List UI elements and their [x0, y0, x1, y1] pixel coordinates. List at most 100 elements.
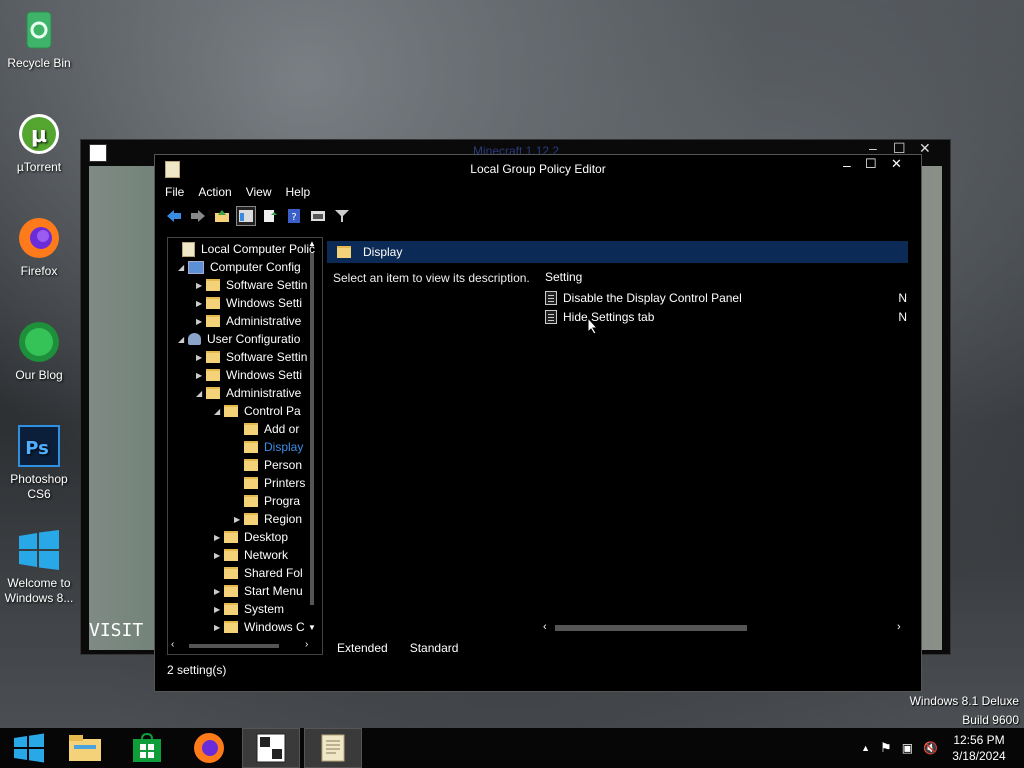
- menu-help[interactable]: Help: [286, 185, 311, 199]
- desktop-icon-firefox[interactable]: Firefox: [2, 216, 76, 279]
- back-arrow-icon[interactable]: [165, 207, 183, 225]
- details-header: Display: [327, 241, 908, 263]
- scroll-left-icon[interactable]: ‹: [171, 639, 174, 650]
- group-policy-editor-window[interactable]: Local Group Policy Editor – ☐ ✕ File Act…: [154, 154, 922, 692]
- tab-extended[interactable]: Extended: [337, 641, 388, 655]
- scroll-thumb[interactable]: [189, 644, 279, 648]
- tree-vertical-scrollbar[interactable]: ▲ ▼: [307, 237, 317, 639]
- tree-item-shared-folders[interactable]: Shared Fol: [214, 564, 303, 582]
- menu-action[interactable]: Action: [198, 185, 231, 199]
- tab-standard[interactable]: Standard: [410, 641, 459, 655]
- tree-item-label: Printers: [264, 476, 306, 490]
- taskbar-file-explorer[interactable]: [56, 728, 114, 768]
- scroll-right-icon[interactable]: ›: [897, 621, 901, 633]
- tree-item-regional-options[interactable]: ▶ Region: [234, 510, 302, 528]
- blog-icon: [17, 320, 61, 364]
- maximize-button[interactable]: ☐: [865, 156, 877, 172]
- tree-item-display[interactable]: Display: [234, 438, 303, 456]
- close-button[interactable]: ✕: [891, 156, 902, 172]
- volume-muted-icon[interactable]: 🔇: [923, 741, 938, 755]
- tree-item-printers[interactable]: Printers: [234, 474, 305, 492]
- expanded-arrow-icon: ◢: [196, 388, 203, 398]
- desktop-icon-recycle-bin[interactable]: Recycle Bin: [2, 8, 76, 71]
- tree-item-start-menu[interactable]: ▶ Start Menu: [214, 582, 303, 600]
- desktop-icon-welcome-windows[interactable]: Welcome to Windows 8...: [2, 528, 76, 606]
- tree-horizontal-scrollbar[interactable]: ‹ ›: [167, 639, 321, 653]
- tree-item-system[interactable]: ▶ System: [214, 600, 284, 618]
- scroll-left-icon[interactable]: ‹: [543, 621, 547, 633]
- tree-item-add-or-remove-programs[interactable]: Add or: [234, 420, 299, 438]
- desktop-icon-photoshop[interactable]: Ps Photoshop CS6: [2, 424, 76, 502]
- expanded-arrow-icon: ◢: [214, 406, 221, 416]
- taskbar-firefox[interactable]: [180, 728, 238, 768]
- export-list-icon[interactable]: [261, 207, 279, 225]
- action-center-flag-icon[interactable]: ⚑: [880, 740, 892, 756]
- policy-icon: [182, 241, 195, 257]
- clock-date: 3/18/2024: [952, 749, 1006, 763]
- tree-item-administrative-templates[interactable]: ◢ Administrative: [196, 384, 301, 402]
- filter-icon[interactable]: [333, 207, 351, 225]
- tree-item-software-settings[interactable]: ▶ Software Settin: [196, 348, 307, 366]
- windows-icon: [17, 528, 61, 572]
- tree-item-local-computer-policy[interactable]: Local Computer Polic: [172, 240, 315, 258]
- title-bar[interactable]: Local Group Policy Editor – ☐ ✕: [155, 155, 921, 183]
- menu-bar: File Action View Help: [165, 185, 310, 199]
- tree-item-software-settings[interactable]: ▶ Software Settin: [196, 276, 307, 294]
- collapsed-arrow-icon: ▶: [196, 352, 203, 362]
- folder-icon: [206, 351, 220, 363]
- details-horizontal-scrollbar[interactable]: ‹ ›: [543, 621, 907, 635]
- tree-item-windows-components[interactable]: ▶ Windows C: [214, 618, 305, 636]
- folder-icon: [224, 531, 238, 543]
- desktop-icon-utorrent[interactable]: µ µTorrent: [2, 112, 76, 175]
- scroll-thumb[interactable]: [555, 625, 747, 631]
- taskbar-store[interactable]: [118, 728, 176, 768]
- svg-text:µ: µ: [31, 123, 47, 148]
- column-header-setting[interactable]: Setting: [545, 270, 582, 284]
- tree-item-label: Windows Setti: [226, 368, 303, 382]
- scroll-down-icon[interactable]: ▼: [308, 623, 316, 632]
- tree-item-control-panel[interactable]: ◢ Control Pa: [214, 402, 301, 420]
- clock-time: 12:56 PM: [953, 733, 1005, 747]
- menu-file[interactable]: File: [165, 185, 184, 199]
- folder-icon: [206, 315, 220, 327]
- setting-state: N: [898, 310, 907, 324]
- scroll-up-icon[interactable]: ▲: [308, 239, 316, 248]
- show-desktop-button[interactable]: [1014, 728, 1024, 768]
- setting-row[interactable]: Disable the Display Control Panel N: [545, 289, 907, 307]
- show-hide-tree-icon[interactable]: [236, 206, 256, 226]
- tree-pane[interactable]: Local Computer Polic ◢ Computer Config ▶…: [167, 237, 323, 655]
- taskbar-group-policy-editor[interactable]: [304, 728, 362, 768]
- minimize-button[interactable]: –: [843, 157, 851, 173]
- menu-view[interactable]: View: [246, 185, 272, 199]
- tree-item-user-configuration[interactable]: ◢ User Configuratio: [178, 330, 300, 348]
- tree-item-windows-settings[interactable]: ▶ Windows Setti: [196, 294, 302, 312]
- firefox-icon: [17, 216, 61, 260]
- tree-item-network[interactable]: ▶ Network: [214, 546, 288, 564]
- clock[interactable]: 12:56 PM 3/18/2024: [944, 732, 1014, 764]
- tree-item-windows-settings[interactable]: ▶ Windows Setti: [196, 366, 302, 384]
- desktop-icon-our-blog[interactable]: Our Blog: [2, 320, 76, 383]
- network-icon[interactable]: ▣: [902, 741, 913, 755]
- policy-setting-icon: [545, 291, 557, 305]
- tree-item-personalization[interactable]: Person: [234, 456, 302, 474]
- tree-item-administrative-templates[interactable]: ▶ Administrative: [196, 312, 301, 330]
- folder-icon: [224, 549, 238, 561]
- policy-setting-icon: [545, 310, 557, 324]
- desktop-icon-label: Photoshop CS6: [10, 472, 68, 501]
- scroll-right-icon[interactable]: ›: [305, 639, 308, 650]
- tree-item-programs[interactable]: Progra: [234, 492, 300, 510]
- tree-item-computer-configuration[interactable]: ◢ Computer Config: [178, 258, 301, 276]
- show-hidden-icons-icon[interactable]: ▲: [861, 743, 870, 753]
- folder-icon: [244, 423, 258, 435]
- tree-item-desktop[interactable]: ▶ Desktop: [214, 528, 288, 546]
- setting-row[interactable]: Hide Settings tab N: [545, 308, 907, 326]
- forward-arrow-icon[interactable]: [189, 207, 207, 225]
- help-icon[interactable]: ?: [285, 207, 303, 225]
- up-folder-icon[interactable]: [213, 207, 231, 225]
- scroll-thumb[interactable]: [310, 253, 314, 605]
- collapsed-arrow-icon: ▶: [196, 316, 203, 326]
- start-button[interactable]: [0, 728, 58, 768]
- view-tabs: Extended Standard: [337, 641, 458, 655]
- properties-icon[interactable]: [309, 207, 327, 225]
- taskbar-minecraft[interactable]: [242, 728, 300, 768]
